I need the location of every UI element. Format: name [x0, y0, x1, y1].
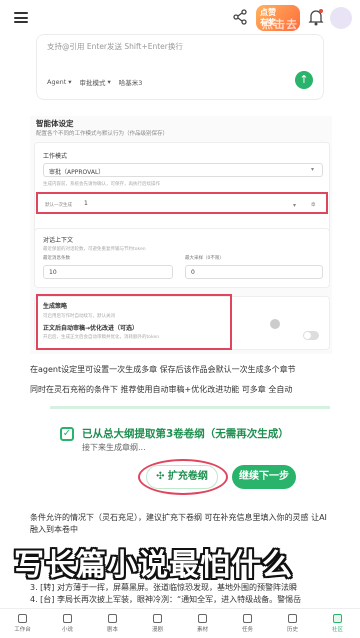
highlight-ellipse [138, 459, 228, 495]
highlight-box [36, 192, 328, 214]
nav-label: 任务 [241, 627, 253, 633]
context-section: 对话上下文 最近保留的对话轮数，可避免重复传输与节约token 最近消息条数 1… [34, 228, 330, 288]
embedded-outline-card: ✓ 已从总大纲提取第3卷卷纲（无需再次生成） 接下来生成章纲... ✣ 扩充卷纲… [50, 406, 330, 504]
settings-subtitle: 配置各个不同的工作模式与默认行为（作品级别保存） [36, 131, 169, 137]
next-step-button[interactable]: 继续下一步 [232, 465, 296, 489]
bottom-nav: 工作台 小说 剧本 漫剧 素材 任务 历史 社区 [0, 608, 360, 638]
nav-item-novel[interactable]: 小说 [45, 609, 90, 638]
nav-label: 素材 [196, 627, 208, 633]
top-bar: 点赞 有奖 点击去 [0, 0, 360, 36]
community-icon [333, 614, 342, 623]
list-item: 4. [台] 李局长再次披上军装，眼神冷冽：“通知全军，进入特级战备。警惕岳 [30, 594, 302, 604]
script-icon [108, 614, 117, 623]
send-button[interactable]: ↑ [295, 71, 313, 89]
nav-item-history[interactable]: 历史 [270, 609, 315, 638]
nav-label: 漫剧 [151, 627, 163, 633]
context-label: 对话上下文 [43, 237, 74, 244]
highlight-box [36, 294, 232, 350]
max-label: 最大采样（0不限） [185, 256, 224, 261]
review-toggle[interactable] [303, 331, 319, 340]
assets-icon [198, 614, 207, 623]
nav-label: 小说 [61, 627, 73, 633]
chevron-down-icon: ▾ [311, 166, 315, 173]
nav-label: 剧本 [106, 627, 118, 633]
workbench-icon [18, 614, 27, 623]
check-icon: ✓ [60, 427, 74, 441]
recent-rounds-label: 最近消息条数 [43, 256, 70, 261]
mode-select[interactable]: 审批模式 ▾ [80, 77, 111, 87]
nav-item-script[interactable]: 剧本 [90, 609, 135, 638]
nav-label: 历史 [286, 627, 298, 633]
avatar[interactable] [330, 7, 352, 29]
outline-subtext: 接下来生成章纲... [82, 443, 146, 452]
chevron-down-icon: ▾ [107, 78, 111, 86]
mode-label: 审批模式 [79, 79, 106, 87]
book-icon [63, 614, 72, 623]
tasks-icon [243, 614, 252, 623]
nav-item-tasks[interactable]: 任务 [225, 609, 270, 638]
recent-rounds-value: 10 [49, 269, 57, 276]
history-icon [288, 614, 297, 623]
model-label: 哈基米3 [118, 79, 143, 87]
chat-toolbar: Agent ▾ 审批模式 ▾ 哈基米3 [47, 77, 142, 87]
nav-label: 工作台 [14, 627, 31, 633]
watermark: 点击去 [262, 18, 298, 31]
comic-icon [153, 614, 162, 623]
bell-icon[interactable] [308, 8, 324, 26]
max-value: 0 [191, 269, 195, 276]
nav-item-assets[interactable]: 素材 [180, 609, 225, 638]
recent-rounds-input[interactable]: 10 [43, 265, 173, 279]
model-select[interactable]: 哈基米3 [119, 77, 143, 87]
nav-item-comic[interactable]: 漫剧 [135, 609, 180, 638]
max-input[interactable]: 0 [185, 265, 323, 279]
work-mode-select[interactable]: 审批（APPROVAL） [43, 163, 323, 177]
arrow-up-icon: ↑ [299, 73, 309, 86]
agent-select[interactable]: Agent ▾ [47, 77, 72, 87]
agent-settings-panel: 智能体设定 配置各个不同的工作模式与默认行为（作品级别保存） 工作模式 审批（A… [30, 116, 332, 354]
paragraph-2: 同时在灵石充裕的条件下 推荐使用自动审稿+优化改进功能 可多章 全自动 [30, 385, 293, 394]
overlay-title: 写长篇小说最怕什么 [14, 548, 293, 583]
agent-label: Agent [47, 78, 67, 86]
share-icon[interactable] [232, 9, 248, 25]
work-mode-label: 工作模式 [43, 153, 68, 160]
work-mode-hint: 生成内容前，系统会先请你确认，可保存，再执行后续操作 [43, 182, 160, 187]
menu-icon[interactable] [14, 12, 28, 23]
nav-item-community[interactable]: 社区 [315, 609, 360, 638]
work-mode-value: 审批（APPROVAL） [49, 169, 105, 176]
paragraph-3: 条件允许的情况下（灵石充足），建议扩充下卷纲 可在补充信息里填入你的灵感 让AI… [30, 513, 327, 534]
context-hint: 最近保留的对话轮数，可避免重复传输与节约token [43, 247, 146, 252]
chat-input[interactable]: 支持@引用 Enter发送 Shift+Enter换行 [47, 41, 183, 52]
nav-label: 社区 [331, 627, 343, 633]
chat-input-card[interactable]: 支持@引用 Enter发送 Shift+Enter换行 Agent ▾ 审批模式 ▾… [36, 34, 324, 100]
outline-heading: 已从总大纲提取第3卷卷纲（无需再次生成） [82, 428, 289, 440]
settings-title: 智能体设定 [36, 119, 74, 128]
chevron-down-icon: ▾ [68, 78, 72, 86]
nav-item-workbench[interactable]: 工作台 [0, 609, 45, 638]
cursor-dot [270, 319, 280, 329]
paragraph-1: 在agent设定里可设置一次生成多章 保存后该作品会默认一次生成多个章节 [30, 365, 296, 374]
